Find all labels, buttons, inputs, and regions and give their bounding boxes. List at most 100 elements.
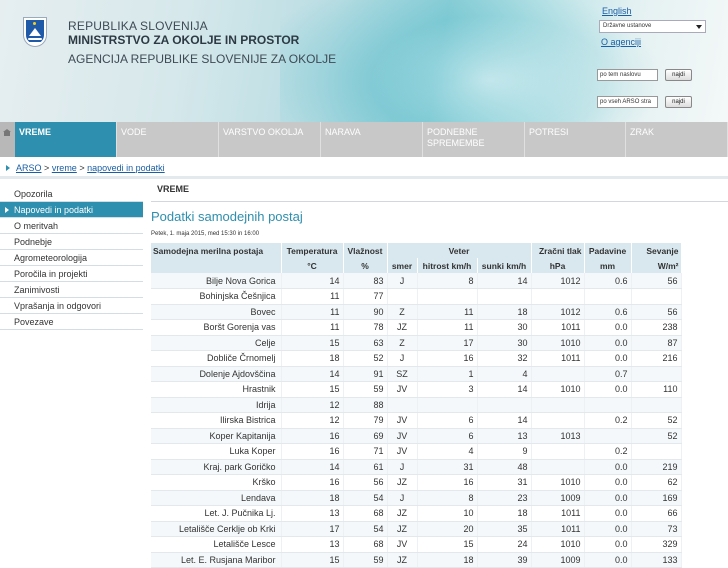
cell-radiation: 216 (631, 350, 682, 367)
about-agency-link[interactable]: O agenciji (601, 37, 641, 47)
unit-humidity: % (343, 258, 388, 273)
sidebar-item-povezave[interactable]: Povezave (0, 314, 143, 330)
cell-wind-gusts: 32 (477, 350, 532, 367)
cell-wind-speed: 20 (417, 521, 478, 537)
cell-pressure: 1011 (531, 350, 585, 367)
cell-station: Let. E. Rusjana Maribor (151, 552, 282, 568)
cell-wind-speed: 16 (417, 350, 478, 367)
table-units-row: °C % smer hitrost km/h sunki km/h hPa mm… (151, 258, 682, 273)
cell-wind-gusts (477, 397, 532, 413)
cell-wind-speed: 8 (417, 273, 478, 289)
breadcrumb-vreme[interactable]: vreme (52, 163, 77, 173)
cell-wind-gusts: 18 (477, 505, 532, 522)
search-site-button[interactable]: najdi (665, 96, 692, 108)
institutions-select-value: Državne ustanove (603, 23, 652, 29)
nav-item-varstvo-okolja[interactable]: VARSTVO OKOLJA (219, 122, 321, 157)
table-row: Let. E. Rusjana Maribor 15 59 JZ 18 39 1009 0.0… (151, 552, 682, 568)
sidebar-item-opozorila[interactable]: Opozorila (0, 186, 143, 202)
cell-wind-speed: 11 (417, 319, 478, 336)
institutions-select[interactable]: Državne ustanove (599, 20, 706, 33)
cell-wind-gusts: 24 (477, 536, 532, 553)
cell-wind-speed: 11 (417, 304, 478, 320)
cell-pressure (531, 366, 585, 382)
cell-wind-direction (387, 397, 418, 413)
table-row: Let. J. Pučnika Lj. 13 68 JZ 10 18 1011 0.0 66 (151, 505, 682, 522)
cell-wind-speed (417, 397, 478, 413)
cell-humidity: 71 (343, 443, 388, 460)
search-page-button[interactable]: najdi (665, 69, 692, 81)
breadcrumb-napovedi[interactable]: napovedi in podatki (87, 163, 165, 173)
cell-wind-direction: JZ (387, 521, 418, 537)
coat-of-arms-logo[interactable] (24, 18, 46, 46)
table-row: Letališče Lesce 13 68 JV 15 24 1010 0.0 329 (151, 536, 682, 553)
cell-radiation (631, 443, 682, 460)
cell-wind-gusts: 4 (477, 366, 532, 382)
cell-radiation: 56 (631, 304, 682, 320)
cell-pressure: 1009 (531, 490, 585, 506)
nav-item-vreme[interactable]: VREME (15, 122, 117, 157)
sidebar-item-porocila[interactable]: Poročila in projekti (0, 266, 143, 282)
cell-temperature: 15 (281, 552, 344, 568)
cell-radiation: 219 (631, 459, 682, 475)
cell-wind-gusts: 31 (477, 474, 532, 491)
cell-wind-gusts: 30 (477, 335, 532, 351)
cell-wind-direction: JZ (387, 505, 418, 522)
nav-item-potresi[interactable]: POTRESI (525, 122, 626, 157)
cell-humidity: 54 (343, 490, 388, 506)
cell-wind-speed: 4 (417, 443, 478, 460)
cell-temperature: 18 (281, 350, 344, 367)
sidebar-item-o-meritvah[interactable]: O meritvah (0, 218, 143, 234)
cell-station: Letališče Cerklje ob Krki (151, 521, 282, 537)
cell-wind-gusts: 13 (477, 428, 532, 444)
breadcrumb-arso[interactable]: ARSO (16, 163, 42, 173)
cell-pressure: 1009 (531, 552, 585, 568)
cell-humidity: 69 (343, 428, 388, 444)
cell-wind-gusts: 48 (477, 459, 532, 475)
cell-station: Celje (151, 335, 282, 351)
col-header-humidity: Vlažnost (343, 243, 388, 258)
sidebar-item-napovedi[interactable]: Napovedi in podatki (0, 202, 143, 218)
nav-item-narava[interactable]: NARAVA (321, 122, 423, 157)
cell-pressure (531, 459, 585, 475)
cell-wind-speed: 6 (417, 412, 478, 429)
cell-station: Letališče Lesce (151, 536, 282, 553)
cell-wind-speed: 3 (417, 381, 478, 398)
col-header-precipitation: Padavine (584, 243, 632, 258)
cell-station: Idrija (151, 397, 282, 413)
cell-wind-direction: Z (387, 335, 418, 351)
cell-wind-direction: JV (387, 536, 418, 553)
cell-wind-speed: 17 (417, 335, 478, 351)
section-heading: VREME (157, 184, 190, 194)
cell-wind-direction: SZ (387, 366, 418, 382)
sidebar-item-podnebje[interactable]: Podnebje (0, 234, 143, 250)
english-link[interactable]: English (602, 6, 632, 16)
cell-pressure: 1010 (531, 474, 585, 491)
table-body: Bilje Nova Gorica 14 83 J 8 14 1012 0.6 56 Bohinj… (151, 273, 682, 568)
nav-item-vode[interactable]: VODE (117, 122, 219, 157)
cell-pressure (531, 288, 585, 305)
search-site-input[interactable]: po vseh ARSO stra (597, 96, 658, 108)
sidebar-item-agrometeorologija[interactable]: Agrometeorologija (0, 250, 143, 266)
cell-wind-speed: 10 (417, 505, 478, 522)
cell-pressure: 1011 (531, 319, 585, 336)
unit-station (151, 258, 282, 273)
home-button[interactable] (0, 122, 15, 157)
sidebar-item-vprasanja[interactable]: Vprašanja in odgovori (0, 298, 143, 314)
cell-station: Boršt Gorenja vas (151, 319, 282, 336)
search-page-input[interactable]: po tem naslovu (597, 69, 658, 81)
cell-station: Bovec (151, 304, 282, 320)
cell-precipitation: 0.0 (584, 536, 632, 553)
cell-radiation: 52 (631, 428, 682, 444)
cell-wind-speed: 8 (417, 490, 478, 506)
nav-item-podnebne-spremembe[interactable]: PODNEBNE SPREMEMBE (423, 122, 525, 157)
cell-station: Kraj. park Goričko (151, 459, 282, 475)
nav-item-zrak[interactable]: ZRAK (626, 122, 728, 157)
nav-label: POTRESI (529, 127, 569, 137)
table-row: Boršt Gorenja vas 11 78 JZ 11 30 1011 0.0 238 (151, 319, 682, 336)
cell-temperature: 14 (281, 459, 344, 475)
table-row: Bilje Nova Gorica 14 83 J 8 14 1012 0.6 56 (151, 273, 682, 289)
table-row: Dolenje Ajdovščina 14 91 SZ 1 4 0.7 (151, 366, 682, 382)
cell-wind-speed: 15 (417, 536, 478, 553)
sidebar-item-zanimivosti[interactable]: Zanimivosti (0, 282, 143, 298)
unit-precipitation: mm (584, 258, 632, 273)
